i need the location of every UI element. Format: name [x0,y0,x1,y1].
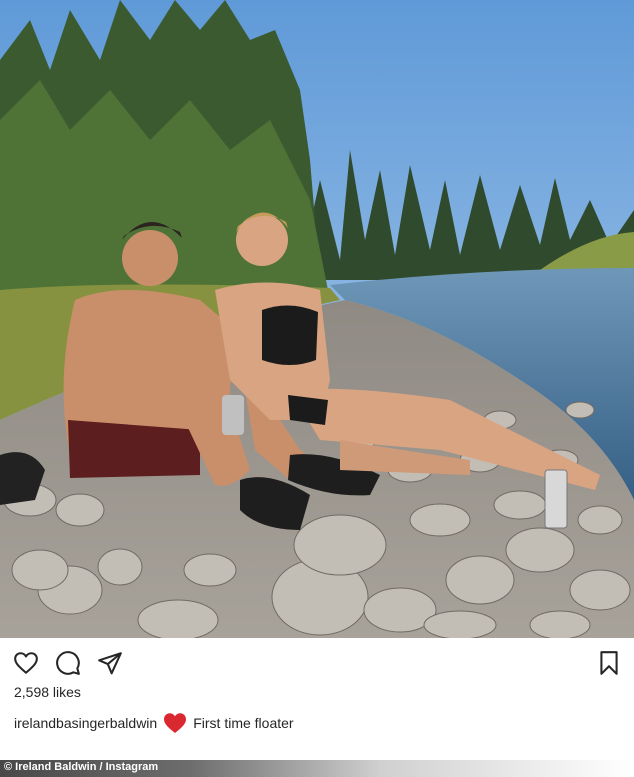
post-caption: irelandbasingerbaldwin First time floate… [14,711,294,735]
photo-scene [0,0,634,638]
caption-text: First time floater [193,715,294,731]
photo-credit-bar: © Ireland Baldwin / Instagram [0,760,634,777]
caption-username[interactable]: irelandbasingerbaldwin [14,715,157,731]
likes-count[interactable]: 2,598 likes [14,684,81,700]
paper-plane-icon [98,652,122,675]
like-button[interactable] [13,650,39,676]
post-photo[interactable] [0,0,634,638]
post-action-bar [0,638,634,686]
save-button[interactable] [596,650,622,676]
red-heart-icon [163,712,187,734]
comment-bubble-icon [56,651,80,675]
heart-outline-icon [14,652,38,674]
share-button[interactable] [97,650,123,676]
bookmark-icon [600,651,618,675]
photo-credit: © Ireland Baldwin / Instagram [4,761,159,773]
comment-button[interactable] [55,650,81,676]
